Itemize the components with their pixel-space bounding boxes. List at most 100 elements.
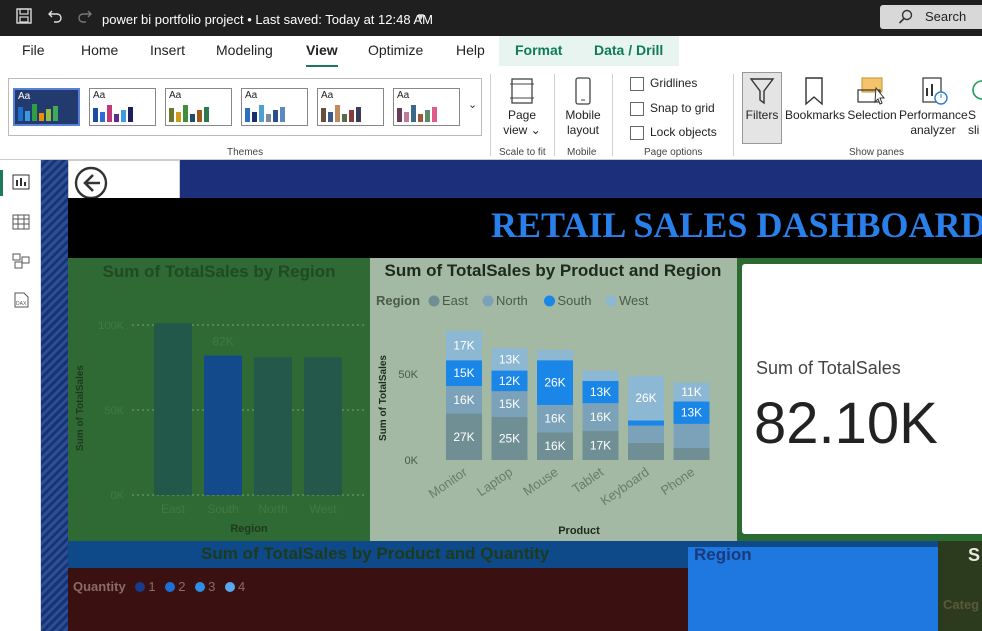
gridlines-checkbox[interactable]: Gridlines <box>630 76 697 91</box>
theme-color-bar <box>321 108 326 122</box>
theme-font-sample: Aa <box>18 91 31 102</box>
theme-swatch[interactable]: Aa <box>89 88 156 126</box>
region-slicer[interactable]: Region <box>688 541 938 631</box>
ribbon: Aa Aa Aa Aa Aa Aa ⌄ Themes Page view ⌄ Scale … <box>0 68 982 160</box>
sales-by-product-quantity-chart[interactable]: Sum of TotalSales by Product and Quantit… <box>68 541 688 631</box>
tab-optimize[interactable]: Optimize <box>368 42 423 58</box>
page-view-button[interactable]: Page view ⌄ <box>500 76 544 138</box>
bookmarks-button[interactable]: Bookmarks <box>785 76 845 123</box>
theme-color-bar <box>128 107 133 122</box>
chevron-down-icon[interactable]: ▼ <box>416 12 426 23</box>
theme-swatch[interactable]: Aa <box>165 88 232 126</box>
qty-legend-item: 4 <box>237 579 246 594</box>
tab-insert[interactable]: Insert <box>150 42 185 58</box>
theme-color-bar <box>46 109 51 121</box>
performance-analyzer-button[interactable]: Performance analyzer <box>899 76 968 138</box>
sync-slicers-icon <box>972 80 982 100</box>
filters-button-content[interactable]: Filters <box>742 76 782 123</box>
y-axis-title: Sum of TotalSales <box>378 355 389 441</box>
theme-color-bar <box>25 111 30 121</box>
x-tick-label: Monitor <box>426 464 471 502</box>
data-label: 13K <box>499 352 520 366</box>
theme-color-bar <box>349 110 354 122</box>
theme-swatch[interactable]: Aa <box>13 88 80 126</box>
theme-color-bar <box>32 104 37 121</box>
dax-query-view-icon[interactable]: DAX <box>12 292 30 308</box>
stacked-bar-segment <box>673 423 710 448</box>
window-title: power bi portfolio project • Last saved:… <box>102 12 433 27</box>
theme-color-bar <box>418 114 423 122</box>
theme-swatch[interactable]: Aa <box>317 88 384 126</box>
stacked-bar-segment <box>582 370 619 381</box>
card-label: Sum of TotalSales <box>756 358 901 378</box>
theme-color-bars <box>93 104 133 122</box>
ribbon-separator <box>612 74 613 156</box>
theme-font-sample: Aa <box>397 90 410 101</box>
menu-bar: File Home Insert Modeling View Optimize … <box>0 36 982 68</box>
mobile-phone-icon <box>575 77 591 105</box>
checkbox-box[interactable] <box>630 101 644 116</box>
stacked-bar-segment <box>673 447 710 460</box>
checkbox-box[interactable] <box>630 76 644 91</box>
stacked-bar-segment <box>628 442 664 460</box>
tab-format[interactable]: Format <box>499 36 579 66</box>
theme-color-bar <box>169 108 174 122</box>
gridlines-label: Gridlines <box>650 76 698 90</box>
tab-home[interactable]: Home <box>81 42 118 58</box>
report-view-icon[interactable] <box>12 174 30 190</box>
category-slicer[interactable]: S Categ <box>938 541 982 631</box>
theme-color-bar <box>114 114 119 122</box>
theme-color-bar <box>425 110 430 122</box>
region-chart-svg: Sum of TotalSales by Region Sum of TotalS… <box>75 262 366 535</box>
sales-by-product-region-chart[interactable]: Sum of TotalSales by Product and Region R… <box>370 258 737 541</box>
checkbox-box[interactable] <box>630 125 644 140</box>
legend-item: East <box>442 293 468 308</box>
product-region-chart-svg: Sum of TotalSales by Product and Region R… <box>376 261 721 537</box>
theme-color-bar <box>53 106 58 121</box>
theme-color-bar <box>197 110 202 122</box>
total-sales-card[interactable]: Sum of TotalSales 82.10K <box>737 258 982 541</box>
theme-color-bar <box>328 112 333 122</box>
search-input[interactable]: Search <box>880 5 982 29</box>
chart-title: Sum of TotalSales by Region <box>103 262 336 281</box>
qty-legend-item: 1 <box>148 579 156 594</box>
save-icon[interactable] <box>16 8 32 29</box>
y-tick-label: 50K <box>398 369 418 381</box>
tab-modeling[interactable]: Modeling <box>216 42 273 58</box>
theme-color-bar <box>107 105 112 122</box>
theme-color-bar <box>183 105 188 122</box>
x-tick-label: Phone <box>658 464 697 498</box>
lock-objects-label: Lock objects <box>650 125 717 139</box>
tab-help[interactable]: Help <box>456 42 485 58</box>
lock-objects-checkbox[interactable]: Lock objects <box>630 125 717 140</box>
selection-button[interactable]: Selection <box>846 76 898 123</box>
undo-icon[interactable] <box>47 8 63 29</box>
sync-slicers-button[interactable]: S sli <box>968 76 982 138</box>
sales-by-region-chart[interactable]: Sum of TotalSales by Region Sum of TotalS… <box>68 258 370 541</box>
theme-color-bar <box>266 114 271 122</box>
theme-swatch[interactable]: Aa <box>393 88 460 126</box>
tab-view[interactable]: View <box>306 42 338 67</box>
table-view-icon[interactable] <box>12 214 30 230</box>
qty-chart-title: Sum of TotalSales by Product and Quantit… <box>201 544 550 563</box>
theme-color-bar <box>252 112 257 122</box>
bookmark-icon <box>805 77 823 106</box>
report-canvas: RETAIL SALES DASHBOARD Sum of TotalSales… <box>41 160 982 631</box>
mobile-layout-button[interactable]: Mobile layout <box>562 76 604 138</box>
themes-more-chevron-icon[interactable]: ⌄ <box>468 98 477 111</box>
theme-swatch[interactable]: Aa <box>241 88 308 126</box>
theme-color-bar <box>204 107 209 122</box>
tab-data-drill[interactable]: Data / Drill <box>578 36 680 66</box>
tab-file[interactable]: File <box>22 42 45 58</box>
theme-color-bar <box>190 114 195 122</box>
snap-to-grid-checkbox[interactable]: Snap to grid <box>630 101 715 116</box>
sync-slicers-label-1: S <box>968 108 977 122</box>
qty-legend-item: 3 <box>208 579 216 594</box>
data-label: 11K <box>681 385 701 399</box>
theme-color-bar <box>356 107 361 122</box>
sync-slicers-label-2: sli <box>968 123 980 137</box>
model-view-icon[interactable] <box>12 253 30 269</box>
y-axis-title: Sum of TotalSales <box>75 365 86 451</box>
redo-icon[interactable] <box>77 8 93 29</box>
themes-group-label: Themes <box>227 147 264 158</box>
